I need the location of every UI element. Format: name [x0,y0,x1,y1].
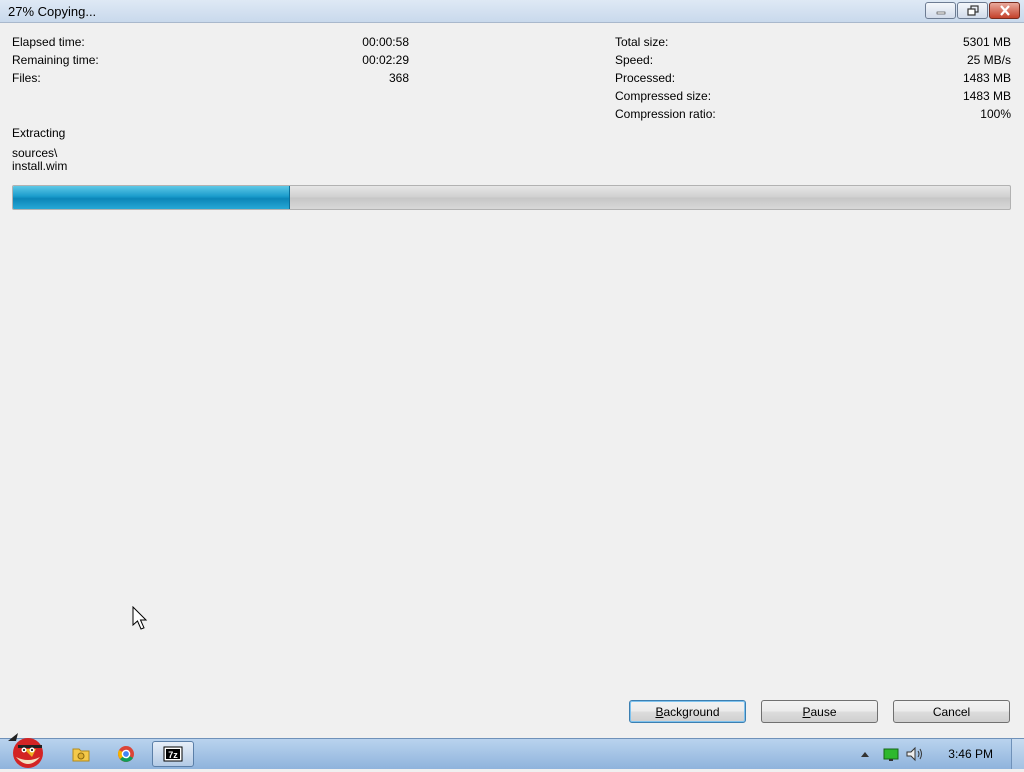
progress-bar-fill [13,186,291,209]
start-button[interactable] [2,731,52,769]
minimize-button[interactable] [925,2,956,19]
close-icon [999,5,1010,16]
current-file: install.wim [12,159,68,173]
taskbar-explorer[interactable] [60,741,102,767]
cancel-button[interactable]: Cancel [893,700,1010,723]
elapsed-time-value: 00:00:58 [362,35,409,49]
svg-text:7z: 7z [168,750,178,760]
restore-button[interactable] [957,2,988,19]
total-size-value: 5301 MB [962,35,1011,49]
pause-button[interactable]: Pause [761,700,878,723]
title-bar[interactable]: 27% Copying... [0,0,1024,23]
speed-value: 25 MB/s [966,53,1011,67]
files-label: Files: [12,71,41,85]
files-value: 368 [388,71,409,85]
show-hidden-icons-icon[interactable] [860,750,870,758]
compressed-size-value: 1483 MB [962,89,1011,103]
7zip-icon: 7z [163,746,183,762]
operation-label: Extracting [12,126,66,140]
current-path: sources\ [12,146,58,160]
taskbar-chrome[interactable] [105,741,147,767]
elapsed-time-label: Elapsed time: [12,35,85,49]
taskbar-7zip[interactable]: 7z [152,741,194,767]
compression-ratio-value: 100% [980,107,1011,121]
progress-bar [12,185,1011,210]
remaining-time-value: 00:02:29 [362,53,409,67]
background-button-label: ackground [663,704,720,719]
angry-birds-start-icon [8,733,43,768]
show-desktop-button[interactable] [1011,739,1024,769]
cancel-button-label: Cancel [932,704,971,719]
compressed-size-label: Compressed size: [615,89,712,103]
compression-ratio-label: Compression ratio: [615,107,716,121]
pause-button-label: ause [810,704,837,719]
minimize-icon [936,11,945,14]
remaining-time-label: Remaining time: [12,53,99,67]
taskbar: 7z 3:46 PM [0,733,1024,769]
total-size-label: Total size: [615,35,669,49]
processed-label: Processed: [615,71,676,85]
background-button[interactable]: Background [629,700,746,723]
window-title: 27% Copying... [8,4,97,19]
explorer-folder-icon [72,748,90,762]
restore-icon [966,5,979,16]
network-icon[interactable] [882,747,900,762]
mouse-cursor-icon [132,606,148,630]
chrome-icon [118,746,134,762]
speed-label: Speed: [615,53,654,67]
processed-value: 1483 MB [962,71,1011,85]
taskbar-clock[interactable]: 3:46 PM [948,747,993,761]
close-button[interactable] [989,2,1020,19]
volume-icon[interactable] [905,746,925,762]
